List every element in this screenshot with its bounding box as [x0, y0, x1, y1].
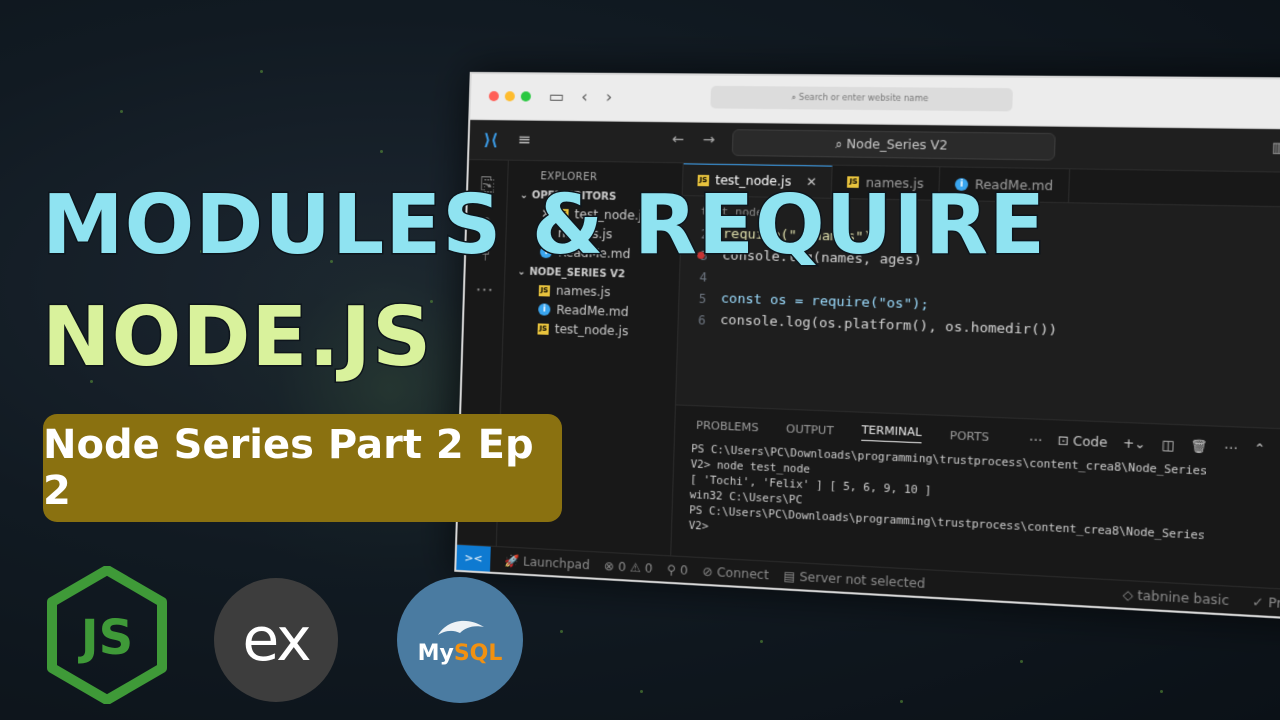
toggle-sidebar-icon[interactable]: ▥: [1271, 140, 1280, 156]
info-file-icon: i: [538, 303, 551, 316]
nodejs-logo-text: JS: [78, 610, 133, 666]
mysql-sql-text: SQL: [453, 640, 503, 666]
file-label: ReadMe.md: [556, 302, 629, 320]
prettier-item[interactable]: ✓ Prettier: [1252, 594, 1280, 613]
subtitle-banner: Node Series Part 2 Ep 2: [43, 414, 562, 522]
address-placeholder: Search or enter website name: [798, 92, 929, 104]
connect-item[interactable]: ⊘ Connect: [702, 564, 769, 582]
trash-icon[interactable]: 🗑: [1190, 438, 1208, 454]
launchpad-item[interactable]: 🚀 Launchpad: [504, 553, 590, 572]
nav-back-icon[interactable]: ←: [672, 132, 685, 149]
server-label: Server not selected: [799, 569, 926, 591]
dolphin-icon: [438, 620, 484, 635]
address-bar[interactable]: ⌕ Search or enter website name: [710, 85, 1013, 112]
workspace-name: Node_Series V2: [846, 136, 949, 153]
more-icon[interactable]: ⋯: [1028, 431, 1042, 446]
sidebar-icon[interactable]: ▭: [549, 87, 565, 106]
remote-icon[interactable]: ><: [456, 544, 491, 573]
vscode-logo-icon: ⟩⟨: [483, 130, 499, 150]
subtitle-text: Node Series Part 2 Ep 2: [43, 422, 534, 514]
tabnine-item[interactable]: ◇ tabnine basic: [1122, 587, 1229, 608]
tab-problems[interactable]: PROBLEMS: [696, 419, 759, 435]
thumbnail-title-line1: MODULES & REQUIRE: [40, 177, 1047, 275]
code-text: const os = require("os");: [720, 291, 930, 313]
connect-label: Connect: [716, 564, 770, 582]
minimize-dot[interactable]: [504, 91, 515, 102]
split-terminal-icon[interactable]: ◫: [1161, 437, 1174, 453]
more-icon[interactable]: ⋯: [1224, 439, 1238, 455]
editor-screenshot-window: ▭ ‹ › ⌕ Search or enter website name + ⧉…: [454, 71, 1280, 625]
file-item[interactable]: JS test_node.js: [503, 315, 677, 340]
menu-icon[interactable]: ≡: [517, 130, 531, 149]
window-controls[interactable]: [488, 91, 532, 102]
nav-forward-icon[interactable]: →: [703, 132, 716, 149]
thumbnail-title-line2: NODE.JS: [40, 289, 433, 387]
server-item[interactable]: ▤ Server not selected: [783, 568, 925, 590]
add-terminal-icon[interactable]: +⌄: [1123, 435, 1146, 451]
terminal-profile[interactable]: ⊡ Code: [1057, 433, 1107, 450]
tab-terminal[interactable]: TERMINAL: [861, 423, 922, 444]
chevron-up-icon[interactable]: ⌃: [1253, 441, 1265, 457]
tabnine-label: tabnine basic: [1137, 587, 1230, 608]
profile-label: Code: [1072, 433, 1108, 450]
back-icon[interactable]: ‹: [581, 87, 588, 106]
express-logo-text: ex: [242, 605, 311, 675]
js-file-icon: JS: [538, 284, 551, 297]
prettier-label: Prettier: [1267, 594, 1280, 613]
problems-item[interactable]: ⊗ 0 ⚠ 0: [604, 558, 653, 575]
close-dot[interactable]: [488, 91, 500, 102]
express-logo-icon: ex: [214, 578, 338, 702]
tab-ports[interactable]: PORTS: [950, 429, 990, 444]
file-label: names.js: [555, 283, 611, 300]
ports-item[interactable]: ⚲ 0: [667, 562, 688, 577]
tab-output[interactable]: OUTPUT: [786, 422, 834, 437]
maximize-dot[interactable]: [520, 91, 532, 102]
mysql-my-text: My: [417, 640, 454, 666]
js-file-icon: JS: [537, 322, 549, 335]
nodejs-logo-icon: JS: [47, 566, 167, 704]
command-center-search[interactable]: ⌕ Node_Series V2: [731, 129, 1056, 161]
more-icon[interactable]: ⋯: [465, 279, 504, 301]
file-label: test_node.js: [554, 321, 629, 339]
ports-count: 0: [679, 562, 689, 578]
forward-icon[interactable]: ›: [605, 87, 612, 106]
launchpad-label: Launchpad: [522, 553, 590, 572]
mysql-logo-icon: MySQL: [397, 577, 523, 703]
